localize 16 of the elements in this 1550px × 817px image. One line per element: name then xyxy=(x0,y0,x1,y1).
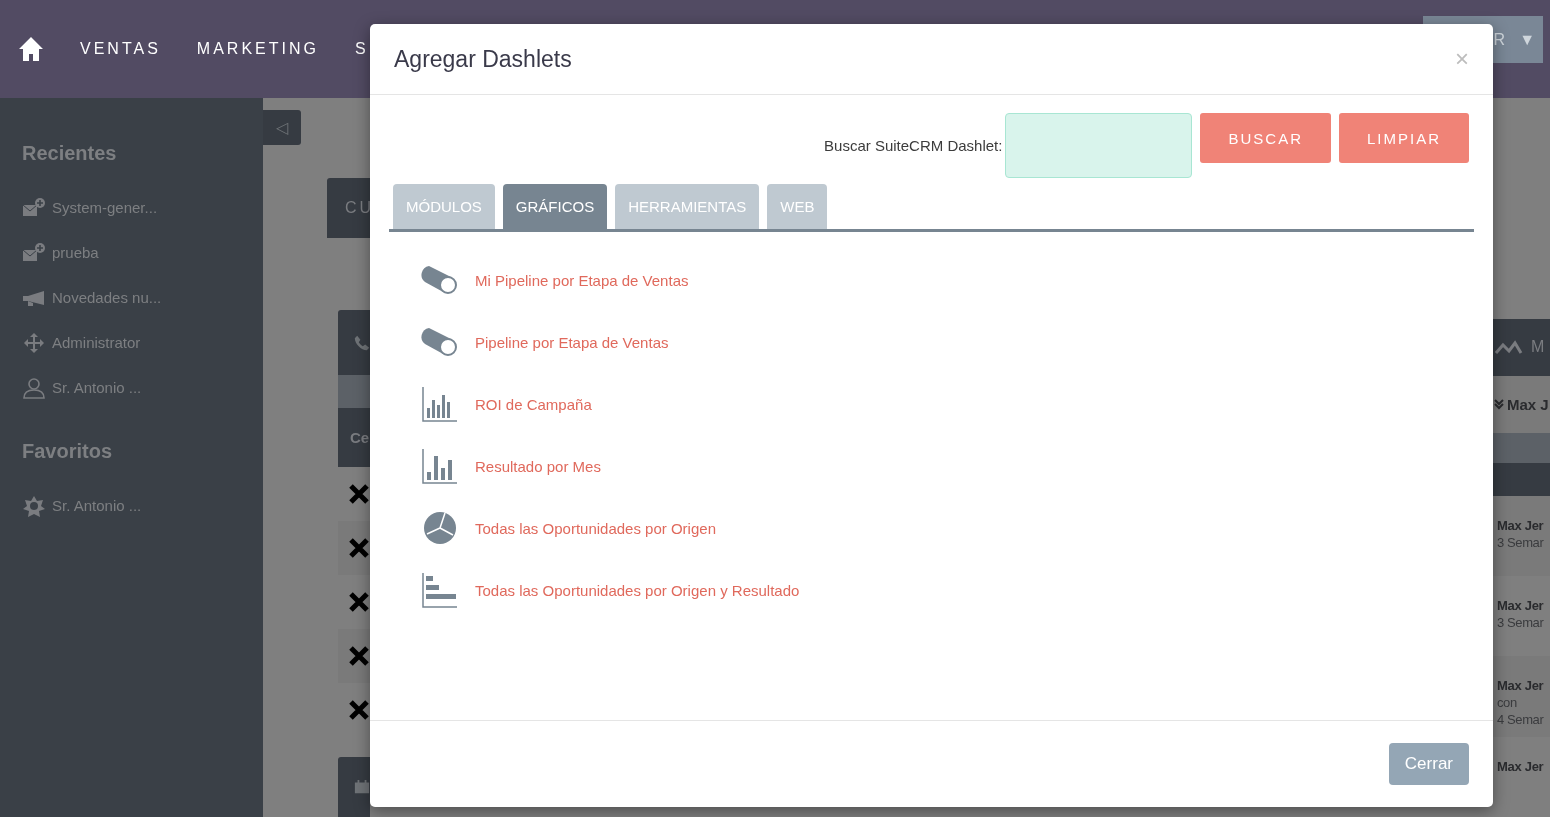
dialog-title: Agregar Dashlets xyxy=(394,45,572,73)
sidebar-heading: Favoritos xyxy=(22,440,114,463)
entry-name: Max Jer xyxy=(1497,759,1545,774)
column-header: Ce xyxy=(338,408,370,467)
filter-text: Max J xyxy=(1507,395,1549,413)
sidebar-heading: Recientes xyxy=(22,142,118,165)
entry-text: 4 Semar xyxy=(1497,712,1545,728)
dashlet-header: CU xyxy=(327,177,370,238)
entry-text: 3 Semar xyxy=(1497,535,1545,551)
entry-name: Max Jer xyxy=(1497,518,1545,534)
entry-name: Max Jer xyxy=(1497,678,1545,694)
entry-name: Max Jer xyxy=(1497,598,1545,614)
entry-text: 3 Semar xyxy=(1497,615,1545,631)
entry-text: con xyxy=(1497,695,1518,711)
search-label: Buscar SuiteCRM Dashlet: xyxy=(824,137,1003,154)
dashlet-title: M xyxy=(1531,338,1545,357)
